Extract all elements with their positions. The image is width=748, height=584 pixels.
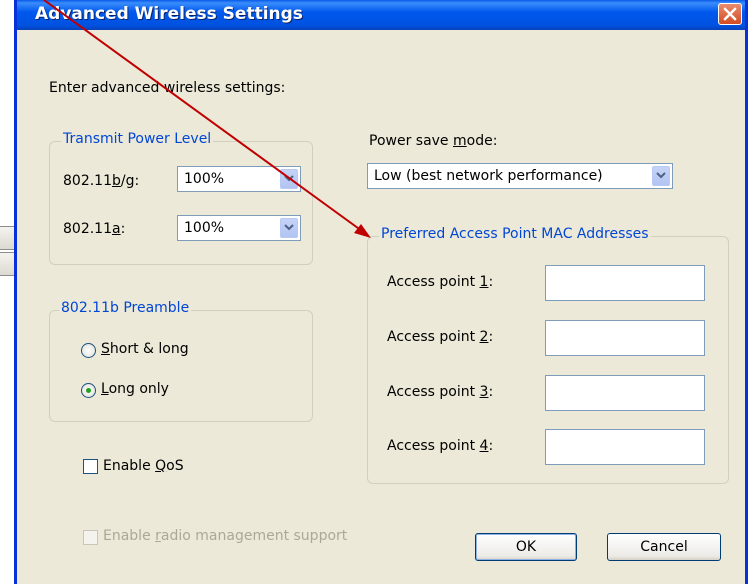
- radio-selected-dot: [86, 388, 91, 393]
- intro-text: Enter advanced wireless settings:: [49, 80, 286, 96]
- advanced-wireless-settings-dialog: Advanced Wireless Settings Enter advance…: [14, 0, 748, 584]
- enable-qos-label[interactable]: Enable QoS: [103, 458, 184, 474]
- dropdown-arrow-icon[interactable]: [280, 169, 298, 189]
- cancel-button[interactable]: Cancel: [607, 533, 721, 561]
- close-button[interactable]: [718, 3, 742, 25]
- enable-radio-management-label[interactable]: Enable radio management support: [103, 528, 347, 544]
- transmit-power-group: [49, 141, 313, 265]
- enable-qos-checkbox[interactable]: [83, 459, 98, 474]
- 802-11bg-power-value: 100%: [184, 171, 225, 187]
- access-point-4-input[interactable]: [545, 429, 705, 465]
- access-point-1-label: Access point 1:: [387, 274, 494, 290]
- close-icon: [723, 7, 737, 21]
- access-point-3-label: Access point 3:: [387, 384, 494, 400]
- preamble-group: [49, 310, 313, 422]
- short-and-long-label[interactable]: Short & long: [101, 341, 189, 357]
- 802-11bg-label: 802.11b/g:: [63, 173, 140, 189]
- access-point-1-input[interactable]: [545, 265, 705, 301]
- long-only-radio[interactable]: [81, 383, 96, 398]
- access-point-4-label: Access point 4:: [387, 438, 494, 454]
- enable-radio-management-checkbox[interactable]: [83, 530, 98, 545]
- ok-button[interactable]: OK: [475, 533, 577, 561]
- dropdown-arrow-icon[interactable]: [652, 166, 670, 186]
- short-and-long-radio[interactable]: [81, 343, 96, 358]
- power-save-mode-select[interactable]: Low (best network performance): [367, 163, 673, 189]
- dialog-title: Advanced Wireless Settings: [35, 4, 303, 24]
- access-point-3-input[interactable]: [545, 375, 705, 411]
- transmit-power-legend: Transmit Power Level: [61, 131, 214, 147]
- access-point-2-input[interactable]: [545, 320, 705, 356]
- preamble-legend: 802.11b Preamble: [59, 300, 192, 316]
- 802-11a-label: 802.11a:: [63, 221, 126, 237]
- dropdown-arrow-icon[interactable]: [280, 218, 298, 238]
- power-save-mode-label: Power save mode:: [369, 133, 498, 149]
- 802-11a-power-select[interactable]: 100%: [177, 215, 301, 241]
- access-point-2-label: Access point 2:: [387, 329, 494, 345]
- preferred-ap-legend: Preferred Access Point MAC Addresses: [379, 226, 651, 242]
- 802-11a-power-value: 100%: [184, 220, 225, 236]
- power-save-mode-value: Low (best network performance): [374, 168, 603, 184]
- long-only-label[interactable]: Long only: [101, 381, 169, 397]
- 802-11bg-power-select[interactable]: 100%: [177, 166, 301, 192]
- title-bar[interactable]: Advanced Wireless Settings: [17, 0, 745, 30]
